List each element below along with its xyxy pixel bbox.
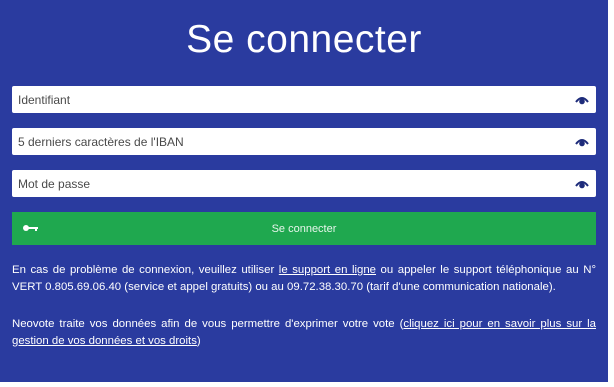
password-input[interactable] — [12, 170, 568, 197]
privacy-text-after: ) — [196, 334, 201, 347]
password-field-container — [12, 170, 596, 197]
login-button-label: Se connecter — [271, 222, 337, 235]
eye-icon[interactable] — [568, 170, 596, 197]
username-input[interactable] — [12, 86, 568, 113]
iban-input[interactable] — [12, 128, 568, 155]
privacy-paragraph: Neovote traite vos données afin de vous … — [12, 316, 596, 349]
iban-field-container — [12, 128, 596, 155]
key-icon — [23, 225, 38, 231]
login-panel: Se connecter Identifiant 5 derniers cara… — [0, 0, 608, 382]
username-field-container — [12, 86, 596, 113]
help-paragraph: En cas de problème de connexion, veuille… — [12, 262, 596, 295]
page-title: Se connecter — [186, 18, 422, 61]
online-support-link[interactable]: le support en ligne — [279, 264, 376, 276]
privacy-text-before: Neovote traite vos données afin de vous … — [12, 318, 404, 330]
login-button[interactable]: Se connecter — [12, 212, 596, 245]
help-text-before: En cas de problème de connexion, veuille… — [12, 264, 279, 276]
eye-icon[interactable] — [568, 86, 596, 113]
eye-icon[interactable] — [568, 128, 596, 155]
